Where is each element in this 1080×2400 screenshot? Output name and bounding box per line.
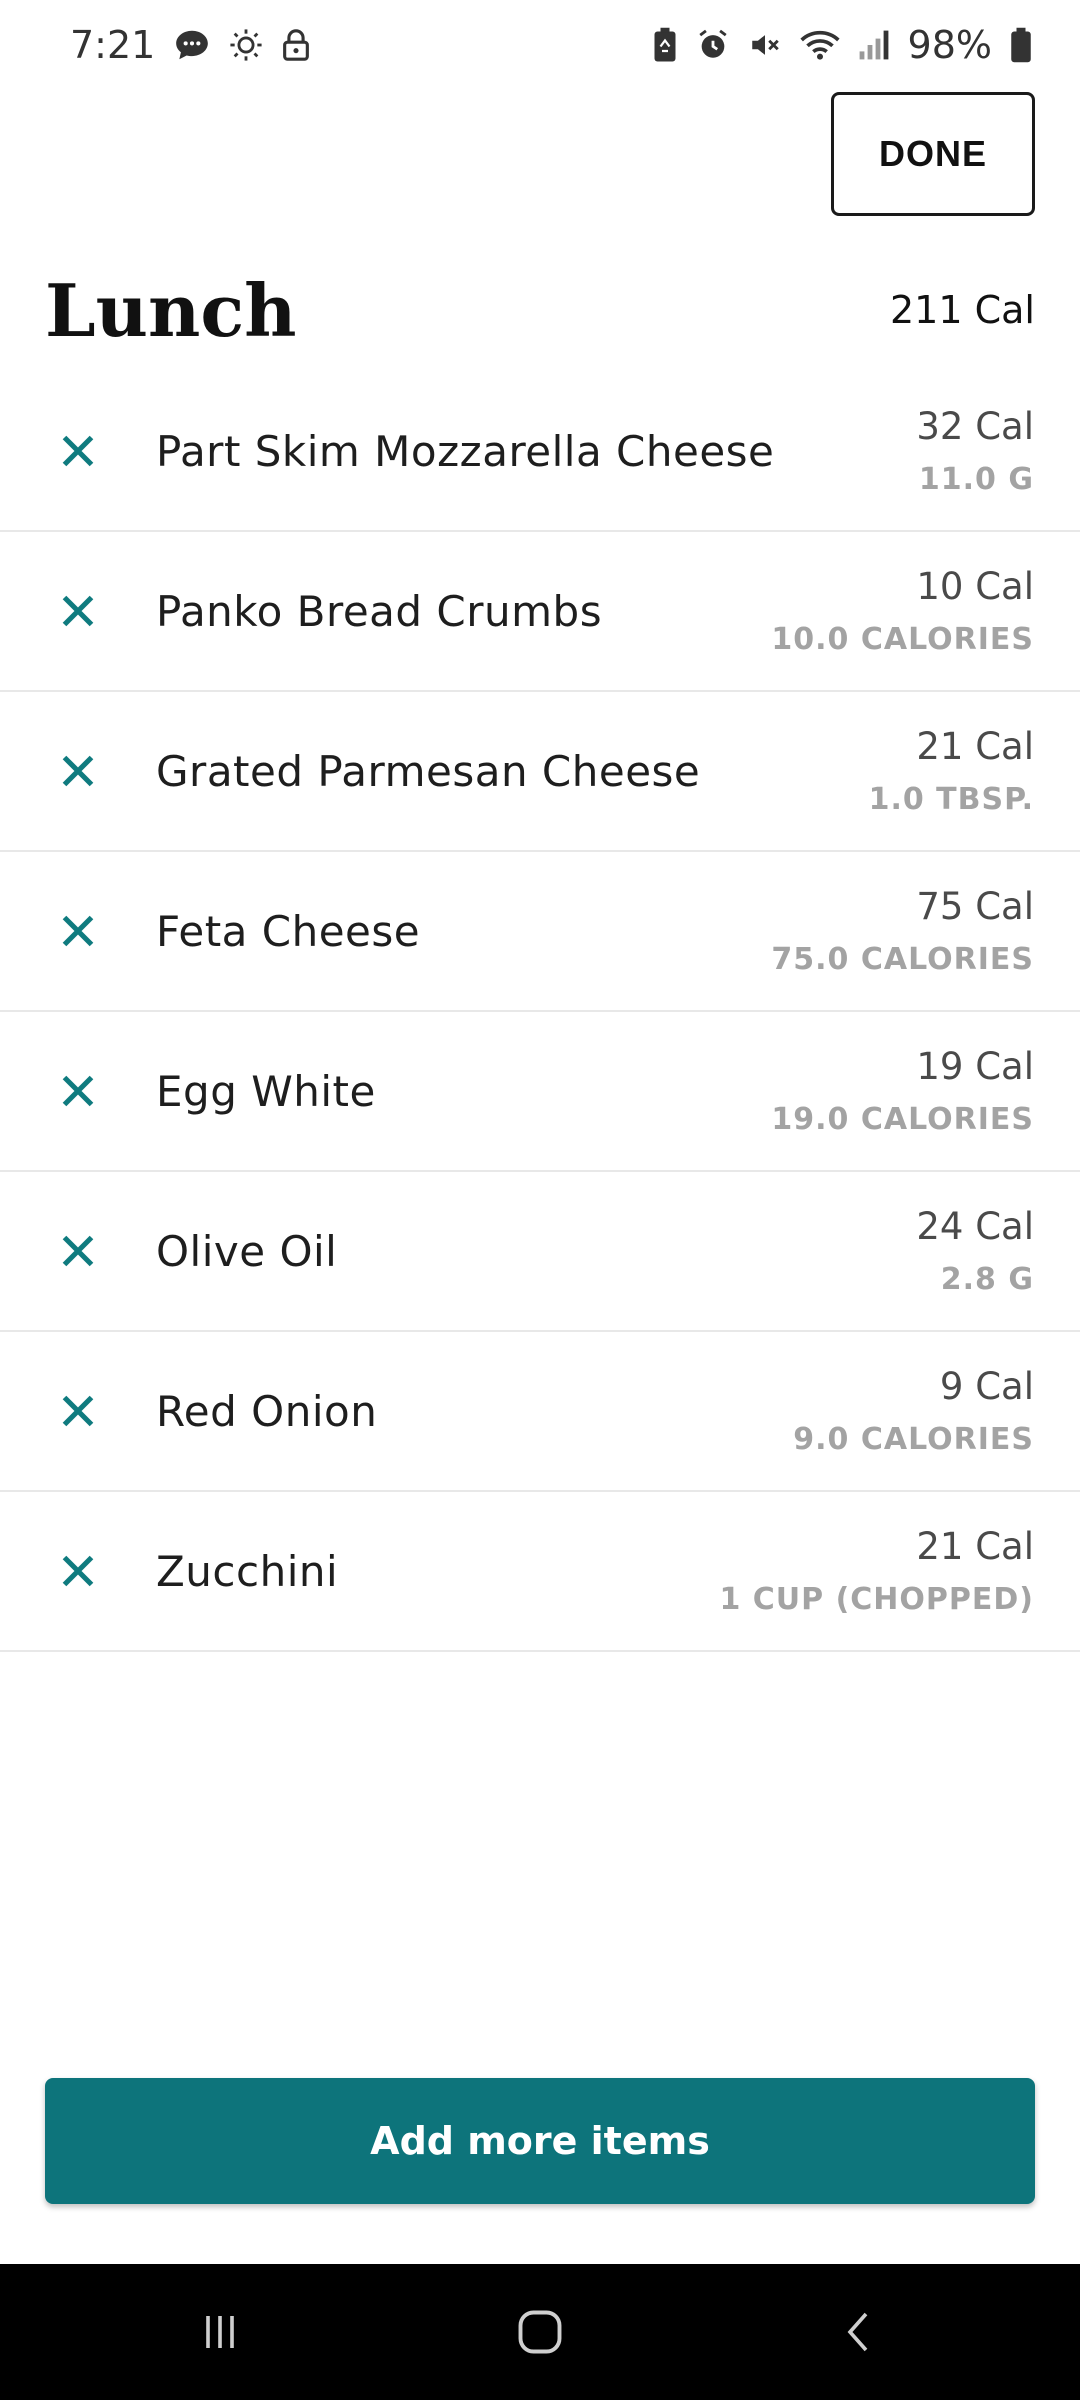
status-bar: 7:21 98% — [0, 0, 1080, 90]
system-nav-bar — [0, 2264, 1080, 2400]
food-item-row: Egg White 19 Cal 19.0 CALORIES — [0, 1012, 1080, 1172]
meal-title: Lunch — [45, 267, 297, 353]
food-item-meta: 9 Cal 9.0 CALORIES — [793, 1365, 1034, 1457]
food-item-list: Part Skim Mozzarella Cheese 32 Cal 11.0 … — [0, 372, 1080, 1652]
food-item-meta: 32 Cal 11.0 G — [916, 405, 1034, 497]
close-icon[interactable] — [58, 911, 98, 951]
food-item-name[interactable]: Zucchini — [156, 1547, 719, 1596]
status-time: 7:21 — [70, 23, 156, 67]
food-item-serving: 1 CUP (CHOPPED) — [719, 1582, 1034, 1617]
food-item-name[interactable]: Red Onion — [156, 1387, 793, 1436]
food-item-name[interactable]: Grated Parmesan Cheese — [156, 747, 869, 796]
food-item-calories: 19 Cal — [916, 1045, 1034, 1088]
close-icon[interactable] — [58, 591, 98, 631]
meal-header: Lunch 211 Cal — [0, 250, 1080, 370]
food-item-meta: 19 Cal 19.0 CALORIES — [771, 1045, 1034, 1137]
battery-percent: 98% — [907, 23, 992, 67]
food-item-row: Grated Parmesan Cheese 21 Cal 1.0 TBSP. — [0, 692, 1080, 852]
food-item-calories: 32 Cal — [916, 405, 1034, 448]
food-item-serving: 19.0 CALORIES — [771, 1102, 1034, 1137]
food-item-name[interactable]: Egg White — [156, 1067, 771, 1116]
food-item-serving: 9.0 CALORIES — [793, 1422, 1034, 1457]
mute-icon — [748, 28, 782, 62]
add-more-items-button[interactable]: Add more items — [45, 2078, 1035, 2204]
food-item-serving: 10.0 CALORIES — [771, 622, 1034, 657]
food-item-serving: 1.0 TBSP. — [868, 782, 1034, 817]
meal-total-calories: 211 Cal — [890, 288, 1035, 332]
food-item-row: Zucchini 21 Cal 1 CUP (CHOPPED) — [0, 1492, 1080, 1652]
close-icon[interactable] — [58, 431, 98, 471]
food-item-meta: 24 Cal 2.8 G — [916, 1205, 1034, 1297]
brightness-icon — [229, 28, 263, 62]
food-item-calories: 75 Cal — [916, 885, 1034, 928]
food-item-row: Olive Oil 24 Cal 2.8 G — [0, 1172, 1080, 1332]
food-item-calories: 10 Cal — [916, 565, 1034, 608]
close-icon[interactable] — [58, 751, 98, 791]
food-item-name[interactable]: Panko Bread Crumbs — [156, 587, 771, 636]
back-icon[interactable] — [800, 2282, 920, 2382]
status-right: 98% — [652, 23, 1032, 67]
close-icon[interactable] — [58, 1071, 98, 1111]
done-button[interactable]: DONE — [831, 92, 1035, 216]
food-item-row: Red Onion 9 Cal 9.0 CALORIES — [0, 1332, 1080, 1492]
food-item-serving: 11.0 G — [918, 462, 1034, 497]
chat-icon — [173, 26, 211, 64]
wifi-icon — [799, 29, 840, 61]
food-item-calories: 9 Cal — [939, 1365, 1034, 1408]
recents-icon[interactable] — [160, 2282, 280, 2382]
food-item-row: Part Skim Mozzarella Cheese 32 Cal 11.0 … — [0, 372, 1080, 532]
close-icon[interactable] — [58, 1231, 98, 1271]
food-item-serving: 75.0 CALORIES — [771, 942, 1034, 977]
food-item-meta: 21 Cal 1.0 TBSP. — [869, 725, 1034, 817]
close-icon[interactable] — [58, 1551, 98, 1591]
battery-icon — [1010, 27, 1032, 63]
food-item-name[interactable]: Feta Cheese — [156, 907, 771, 956]
lock-icon — [281, 28, 311, 62]
food-item-meta: 75 Cal 75.0 CALORIES — [771, 885, 1034, 977]
food-item-meta: 10 Cal 10.0 CALORIES — [771, 565, 1034, 657]
food-item-calories: 21 Cal — [916, 1525, 1034, 1568]
food-item-name[interactable]: Part Skim Mozzarella Cheese — [156, 427, 916, 476]
alarm-icon — [696, 28, 730, 62]
food-item-calories: 21 Cal — [916, 725, 1034, 768]
signal-icon — [858, 29, 890, 61]
close-icon[interactable] — [58, 1391, 98, 1431]
food-item-row: Feta Cheese 75 Cal 75.0 CALORIES — [0, 852, 1080, 1012]
food-item-calories: 24 Cal — [916, 1205, 1034, 1248]
status-left: 7:21 — [70, 23, 311, 67]
food-item-meta: 21 Cal 1 CUP (CHOPPED) — [719, 1525, 1034, 1617]
screen: 7:21 98% DONE Lunch 211 Cal Part Skim Mo… — [0, 0, 1080, 2400]
food-item-row: Panko Bread Crumbs 10 Cal 10.0 CALORIES — [0, 532, 1080, 692]
food-item-serving: 2.8 G — [940, 1262, 1034, 1297]
home-icon[interactable] — [480, 2282, 600, 2382]
battery-saver-icon — [652, 27, 678, 63]
food-item-name[interactable]: Olive Oil — [156, 1227, 916, 1276]
